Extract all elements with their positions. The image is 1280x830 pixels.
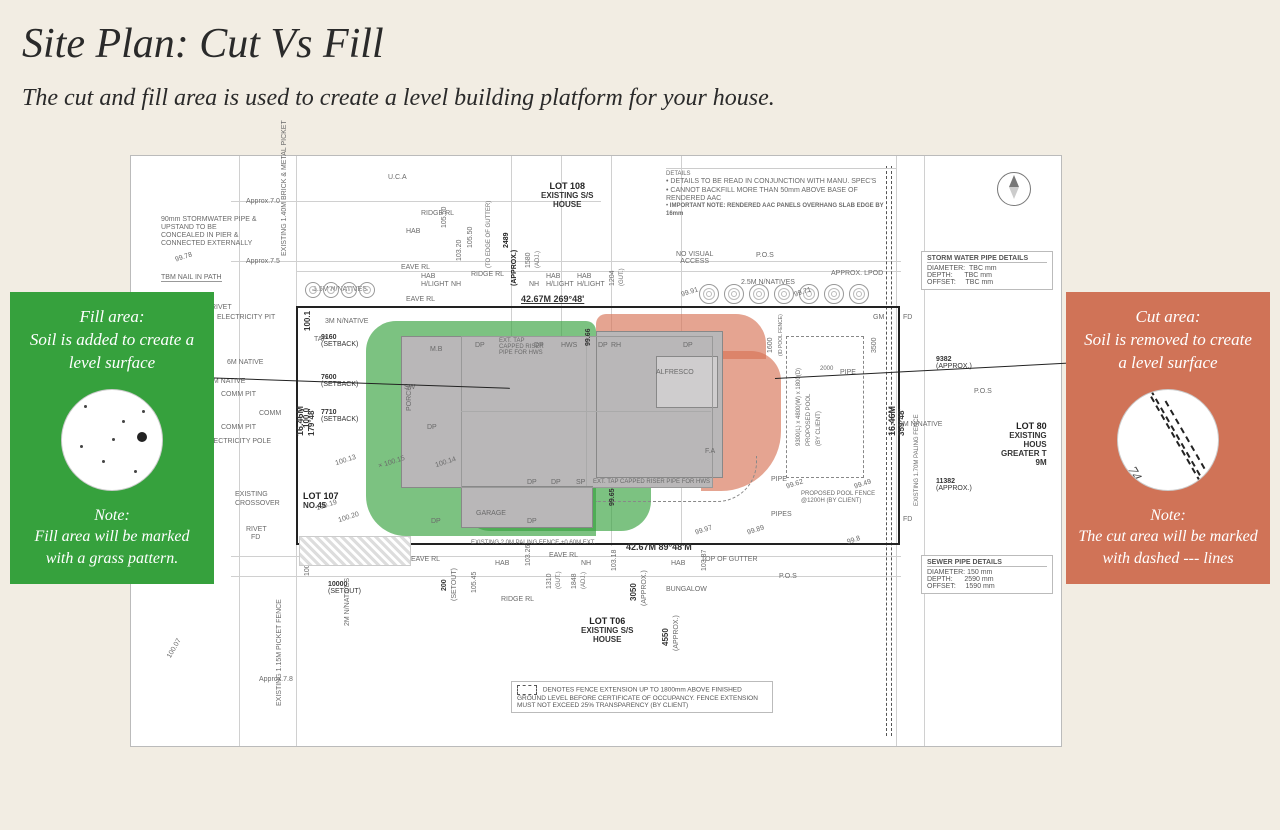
tree-icon [341, 282, 357, 298]
roof-lines [461, 336, 711, 486]
cut-body: Soil is removed to create a level surfac… [1078, 329, 1258, 375]
tree-icon [774, 284, 794, 304]
d2489: 2489 [503, 232, 510, 248]
novisual: NO VISUALACCESS [676, 251, 713, 265]
site-plan: DETAILS • DETAILS TO BE READ IN CONJUNCT… [130, 155, 1062, 747]
storm-note: 90mm STORMWATER PIPE & UPSTAND TO BE CON… [161, 216, 261, 248]
tree-icon [699, 284, 719, 304]
tbm-label: TBM NAIL IN PATH [161, 274, 222, 282]
ext-tap-note: EXT. TAP CAPPED RISER PIPE FOR HWS [499, 338, 549, 356]
rl10320: 103.20 [456, 240, 463, 261]
d7710: 7710(SETBACK) [321, 409, 358, 423]
hab-1: HAB [406, 228, 420, 235]
page-title: Site Plan: Cut Vs Fill [22, 20, 384, 68]
grass-swatch [61, 389, 163, 491]
fill-body: Soil is added to create a level surface [22, 329, 202, 375]
lot107-label: LOT 107 NO.45 [303, 491, 339, 510]
approx70: Approx.7.0 [246, 198, 280, 205]
lot106-label: LOT T06 EXISTING S/S HOUSE [581, 616, 633, 644]
storm-water-table: STORM WATER PIPE DETAILS DIAMETER: TBC m… [921, 251, 1053, 290]
cut-heading: Cut area: [1078, 306, 1258, 329]
north-arrow-icon [997, 172, 1031, 206]
d200: 200 [441, 579, 448, 591]
lpod: APPROX. LPOD [831, 270, 883, 277]
pos-1: P.O.S [756, 252, 774, 259]
picket-fence-label: EXISTING 1.40M BRICK & METAL PICKET [281, 120, 288, 256]
right-len: 16.46M [887, 406, 897, 436]
detail-notes: DETAILS • DETAILS TO BE READ IN CONJUNCT… [666, 168, 896, 218]
bottom-bearing: 42.67M 89°48'M [626, 542, 692, 552]
garage-label: GARAGE [476, 510, 506, 517]
to-edge: (TO EDGE OF GUTTER) [486, 201, 492, 268]
uca-label: U.C.A [388, 174, 407, 181]
tree-icon [749, 284, 769, 304]
tree-icon [305, 282, 321, 298]
tree-icon [323, 282, 339, 298]
cut-note: The cut area will be marked with dashed … [1078, 526, 1258, 569]
alfresco-label: ALFRESCO [656, 369, 694, 376]
fill-heading: Fill area: [22, 306, 202, 329]
crossover-hatch [299, 536, 411, 566]
eave-rl-2: EAVE RL [406, 296, 435, 303]
page-subtitle: The cut and fill area is used to create … [22, 85, 775, 112]
ridge-rl-2: RIDGE RL [471, 271, 504, 278]
sewer-table: SEWER PIPE DETAILS DIAMETER: 150 mm DEPT… [921, 555, 1053, 594]
lot108-label: LOT 108 EXISTING S/S HOUSE [541, 181, 593, 209]
adj1: (ADJ.) [535, 251, 541, 268]
tree-icon [724, 284, 744, 304]
d11382: 11382(APPROX.) [936, 478, 972, 492]
pool-dim: 9300(L) x 4800(W) x 1800(D) [796, 368, 802, 446]
d1580: 1580 [525, 252, 532, 268]
fill-note-h: Note: [22, 505, 202, 527]
rl10550: 105.50 [441, 207, 448, 228]
fill-callout: Fill area: Soil is added to create a lev… [10, 292, 214, 584]
dash-swatch: 74 [1117, 389, 1219, 491]
fence-note: DENOTES FENCE EXTENSION UP TO 1800mm ABO… [511, 681, 773, 713]
cut-note-h: Note: [1078, 505, 1258, 527]
tree-icon [359, 282, 375, 298]
pool-client: (BY CLIENT) [816, 411, 822, 446]
tree-icon [824, 284, 844, 304]
mb-label: M.B [430, 346, 442, 353]
fill-note: Fill area will be marked with a grass pa… [22, 526, 202, 569]
ridge-rl-1: RIDGE RL [421, 210, 454, 217]
approx75: Approx.7.5 [246, 258, 280, 265]
eave-rl-1: EAVE RL [401, 264, 430, 271]
tree-icon [849, 284, 869, 304]
pool-label: PROPOSED POOL [806, 394, 812, 446]
cut-callout: Cut area: Soil is removed to create a le… [1066, 292, 1270, 584]
top-bearing: 42.67M 269°48' [521, 294, 584, 304]
lot80-label: LOT 80 EXISTING HOUS GREATER T 9M [1001, 421, 1047, 467]
